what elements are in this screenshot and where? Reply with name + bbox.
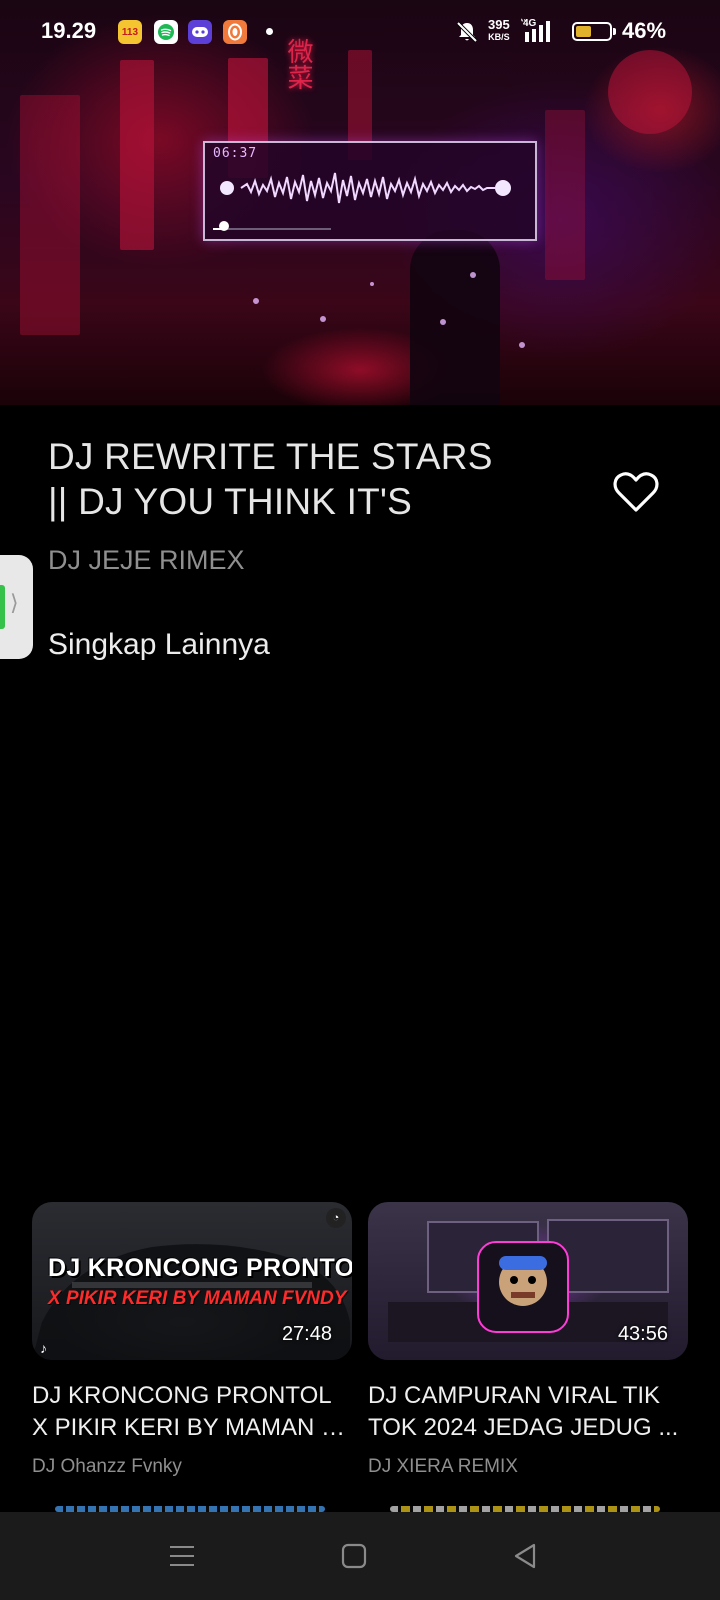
video-duration: 43:56 <box>617 1323 668 1345</box>
player-time: 06:37 <box>213 146 258 161</box>
network-speed-unit: KB/S <box>488 32 510 42</box>
side-panel-indicator <box>0 585 5 629</box>
video-duration: 27:48 <box>281 1323 332 1345</box>
battery-percent: 46% <box>622 18 667 43</box>
battery-icon <box>572 22 616 41</box>
video-thumbnail[interactable]: ◔ ♪ DJ KRONCONG PRONTOL X PIKIR KERI BY … <box>32 1202 352 1360</box>
recommendation-card[interactable]: ◔ ♪ DJ KRONCONG PRONTOL X PIKIR KERI BY … <box>32 1202 352 1478</box>
player-progress-knob[interactable] <box>219 221 229 231</box>
card-title[interactable]: DJ KRONCONG PRONTOL X PIKIR KERI BY MAMA… <box>32 1380 352 1444</box>
card-channel[interactable]: DJ XIERA REMIX <box>368 1456 688 1478</box>
video-thumbnail[interactable]: 43:56 <box>368 1202 688 1360</box>
mute-bell-icon <box>456 21 478 43</box>
waveform <box>220 172 511 204</box>
battery-level <box>576 26 591 37</box>
person-silhouette <box>410 230 500 405</box>
video-title: DJ REWRITE THE STARS || DJ YOU THINK IT'… <box>48 434 568 524</box>
notification-dot <box>266 28 273 35</box>
audio-visualizer-widget: 06:37 <box>203 141 537 241</box>
player-progress-track[interactable] <box>213 228 331 230</box>
card-title-line1: DJ CAMPURAN VIRAL TIK <box>368 1382 661 1409</box>
network-speed: 395 KB/S <box>488 17 510 43</box>
back-triangle-icon[interactable] <box>509 1540 541 1572</box>
chevron-right-icon: ⟩ <box>10 591 19 616</box>
thumbnail-logo-icon: ◔ <box>326 1208 346 1228</box>
recommendation-card[interactable]: 43:56 DJ CAMPURAN VIRAL TIK TOK 2024 JED… <box>368 1202 688 1478</box>
show-more-link[interactable]: Singkap Lainnya <box>48 628 270 662</box>
tiktok-icon: ♪ <box>40 1340 47 1356</box>
card-title-line2: X PIKIR KERI BY MAMAN F... <box>32 1414 352 1441</box>
channel-name[interactable]: DJ JEJE RIMEX <box>48 545 245 576</box>
status-bar: 19.29 113 395 KB/S 4G 46% <box>0 0 720 64</box>
card-title[interactable]: DJ CAMPURAN VIRAL TIK TOK 2024 JEDAG JED… <box>368 1380 688 1444</box>
video-title-line2: || DJ YOU THINK IT'S <box>48 481 413 522</box>
status-time: 19.29 <box>41 18 97 43</box>
app-badge-icon: 113 <box>118 20 142 44</box>
card-channel[interactable]: DJ Ohanzz Fvnky <box>32 1456 352 1478</box>
side-panel-handle[interactable]: ⟩ <box>0 555 33 659</box>
pocket-app-icon <box>223 20 247 44</box>
home-square-icon[interactable] <box>338 1540 370 1572</box>
thumbnail-title: DJ KRONCONG PRONTOL <box>48 1254 352 1282</box>
menu-icon[interactable] <box>166 1540 198 1572</box>
card-title-line2: TOK 2024 JEDAG JEDUG ... <box>368 1414 679 1441</box>
heart-outline-icon[interactable] <box>612 470 660 514</box>
video-title-line1: DJ REWRITE THE STARS <box>48 436 493 477</box>
thumbnail-subtitle: X PIKIR KERI BY MAMAN FVNDY <box>48 1288 347 1309</box>
network-speed-value: 395 <box>488 17 510 32</box>
spotify-icon <box>154 20 178 44</box>
card-title-line1: DJ KRONCONG PRONTOL <box>32 1382 332 1409</box>
system-nav-bar <box>0 1512 720 1600</box>
game-controller-icon <box>188 20 212 44</box>
